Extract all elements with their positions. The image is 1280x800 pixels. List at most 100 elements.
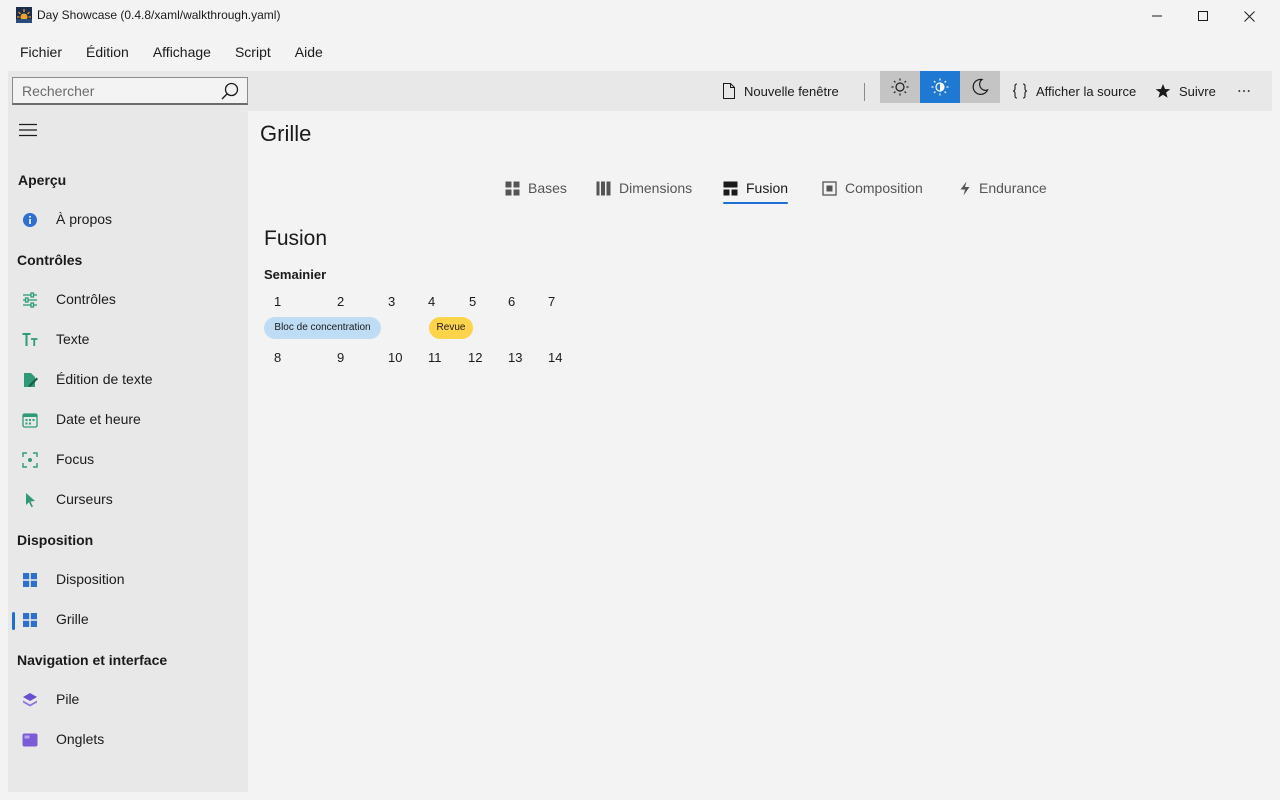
search-box	[12, 77, 248, 105]
maximize-icon	[1198, 11, 1208, 21]
sidebar-item-grid[interactable]: Grille	[8, 602, 248, 638]
calendar-day: 8	[274, 350, 282, 365]
search-input[interactable]	[22, 78, 212, 104]
sidebar-item-label: Disposition	[56, 571, 125, 587]
window-title: Day Showcase (0.4.8/xaml/walkthrough.yam…	[37, 8, 281, 22]
follow-label: Suivre	[1179, 83, 1216, 99]
menu-bar: Fichier Édition Affichage Script Aide	[8, 38, 335, 66]
tab-label: Composition	[845, 180, 923, 196]
edit-document-icon	[24, 373, 38, 387]
sidebar-item-label: Pile	[56, 691, 80, 707]
view-source-button[interactable]: Afficher la source	[1012, 71, 1136, 111]
tabs-icon	[22, 733, 38, 747]
sidebar-item-text[interactable]: Texte	[8, 322, 248, 358]
selection-indicator	[12, 612, 15, 630]
lightning-icon	[960, 181, 970, 195]
toolbar: Nouvelle fenêtre	[8, 71, 1272, 111]
calendar-day: 3	[388, 294, 396, 309]
calendar-day: 6	[508, 294, 516, 309]
more-icon	[1238, 90, 1250, 92]
menu-help[interactable]: Aide	[283, 38, 335, 66]
calendar-day: 11	[428, 350, 442, 365]
more-options-button[interactable]	[1238, 71, 1258, 111]
section-header-controls: Contrôles	[17, 252, 83, 268]
merge-icon	[723, 181, 738, 195]
calendar-event[interactable]: Bloc de concentration	[264, 317, 381, 339]
sidebar-item-label: Contrôles	[56, 291, 116, 307]
star-icon	[1155, 84, 1171, 98]
calendar-day: 12	[468, 350, 483, 365]
tab-dimensions[interactable]: Dimensions	[596, 170, 692, 206]
sidebar-item-label: Édition de texte	[56, 371, 153, 387]
sidebar-item-about[interactable]: À propos	[8, 202, 248, 238]
tab-active-indicator	[723, 202, 789, 204]
menu-edit[interactable]: Édition	[74, 38, 141, 66]
tab-composition[interactable]: Composition	[822, 170, 923, 206]
tab-label: Dimensions	[619, 180, 693, 196]
tab-merge[interactable]: Fusion	[723, 170, 789, 206]
braces-icon	[1012, 83, 1028, 99]
calendar-event[interactable]: Revue	[429, 317, 473, 339]
tab-basics[interactable]: Bases	[505, 170, 567, 206]
text-size-icon	[22, 333, 38, 346]
stack-icon	[23, 693, 37, 707]
columns-icon	[596, 181, 611, 195]
calendar-title: Semainier	[264, 267, 327, 282]
contrast-sun-icon	[931, 78, 949, 96]
sliders-icon	[23, 292, 37, 308]
section-header-navigation: Navigation et interface	[17, 652, 168, 668]
sidebar-item-label: Date et heure	[56, 411, 141, 427]
tab-label: Endurance	[979, 180, 1047, 196]
document-icon	[723, 83, 735, 99]
new-window-button[interactable]: Nouvelle fenêtre	[722, 71, 839, 111]
view-source-label: Afficher la source	[1036, 83, 1137, 99]
app-logo-icon	[16, 7, 32, 23]
calendar-day: 10	[388, 350, 403, 365]
minimize-button[interactable]	[1134, 0, 1180, 32]
calendar-day: 9	[337, 350, 345, 365]
calendar-day: 7	[548, 294, 556, 309]
calendar-day: 5	[469, 294, 477, 309]
frame-icon	[822, 180, 837, 196]
calendar-day: 4	[428, 294, 436, 309]
sidebar-item-label: Focus	[56, 451, 95, 467]
close-icon	[1243, 10, 1255, 22]
sidebar-item-cursors[interactable]: Curseurs	[8, 482, 248, 518]
new-window-label: Nouvelle fenêtre	[744, 83, 839, 99]
calendar-icon	[22, 413, 38, 428]
calendar-day: 14	[548, 350, 563, 365]
sidebar-item-date-time[interactable]: Date et heure	[8, 402, 248, 438]
sidebar-item-layout[interactable]: Disposition	[8, 562, 248, 598]
tab-label: Fusion	[746, 180, 789, 196]
minimize-icon	[1152, 15, 1162, 17]
sidebar-item-text-editing[interactable]: Édition de texte	[8, 362, 248, 398]
sidebar-item-focus[interactable]: Focus	[8, 442, 248, 478]
sidebar: Aperçu À propos Contrôles Contrôles Text…	[8, 111, 248, 792]
sidebar-item-stack[interactable]: Pile	[8, 682, 248, 718]
close-button[interactable]	[1226, 0, 1272, 32]
calendar-day: 13	[508, 350, 523, 365]
moon-icon	[972, 78, 989, 95]
menu-script[interactable]: Script	[223, 38, 283, 66]
dark-theme-button[interactable]	[960, 71, 1000, 103]
focus-icon	[22, 452, 38, 468]
grid-icon	[23, 573, 37, 587]
title-bar: Day Showcase (0.4.8/xaml/walkthrough.yam…	[0, 0, 1280, 32]
menu-file[interactable]: Fichier	[8, 38, 74, 66]
light-theme-button[interactable]	[880, 71, 920, 103]
tab-label: Bases	[528, 180, 567, 196]
tab-endurance[interactable]: Endurance	[959, 170, 1047, 206]
follow-button[interactable]: Suivre	[1155, 71, 1216, 111]
section-header-overview: Aperçu	[18, 172, 67, 188]
calendar-day: 2	[337, 294, 345, 309]
maximize-button[interactable]	[1180, 0, 1226, 32]
auto-theme-button[interactable]	[920, 71, 960, 103]
sidebar-item-label: À propos	[56, 211, 113, 227]
hamburger-menu-icon[interactable]	[19, 123, 37, 137]
sidebar-item-label: Onglets	[56, 731, 105, 747]
menu-view[interactable]: Affichage	[141, 38, 223, 66]
calendar-day: 1	[274, 294, 282, 309]
sidebar-item-tabs[interactable]: Onglets	[8, 722, 248, 758]
sidebar-item-controls[interactable]: Contrôles	[8, 282, 248, 318]
search-icon[interactable]	[221, 82, 239, 100]
